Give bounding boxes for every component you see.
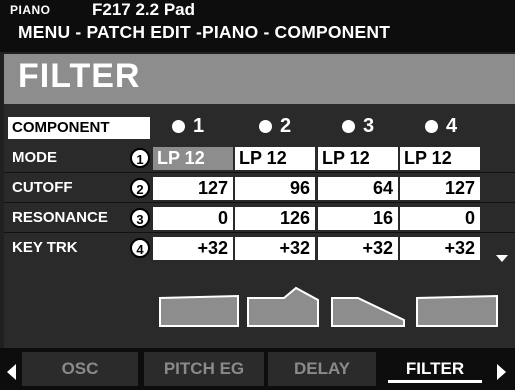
mode-cell-3[interactable]: LP 12 [318, 147, 398, 170]
tab-pitch-eg[interactable]: PITCH EG [144, 352, 264, 386]
tab-label: PITCH EG [163, 359, 245, 378]
filter-graph-4 [416, 294, 498, 327]
active-tab-indicator [388, 380, 482, 383]
cutoff-label: CUTOFF [12, 179, 73, 196]
cutoff-cell-1[interactable]: 127 [153, 177, 233, 200]
component-number: 1 [193, 115, 205, 137]
number-badge-icon: 1 [130, 148, 150, 168]
filter-edit-screen: PIANO F217 2.2 Pad MENU - PATCH EDIT -PI… [0, 0, 515, 390]
triangle-left-icon[interactable] [7, 364, 16, 380]
page-title: FILTER [18, 57, 141, 95]
component-number: 4 [446, 115, 458, 137]
tab-label: DELAY [293, 359, 351, 378]
mode-label: MODE [12, 149, 57, 166]
component-2-header[interactable]: 2 [259, 115, 291, 138]
circle-icon [425, 120, 438, 133]
resonance-cell-1[interactable]: 0 [153, 207, 233, 230]
triangle-right-icon[interactable] [497, 364, 506, 380]
component-header-row: COMPONENT 1 2 3 4 [0, 113, 511, 141]
tab-delay[interactable]: DELAY [268, 352, 376, 386]
component-1-header[interactable]: 1 [172, 115, 204, 138]
resonance-row: RESONANCE 3 0 126 16 0 [0, 204, 511, 232]
filter-response-graphs [4, 276, 515, 348]
tab-label: FILTER [405, 359, 465, 378]
circle-icon [342, 120, 355, 133]
mode-cell-1[interactable]: LP 12 [153, 147, 233, 170]
component-label: COMPONENT [8, 117, 150, 139]
filter-graph-1 [159, 294, 239, 327]
component-3-header[interactable]: 3 [342, 115, 374, 138]
resonance-cell-4[interactable]: 0 [400, 207, 480, 230]
mode-indicator: PIANO [10, 3, 51, 17]
status-bar: PIANO F217 2.2 Pad [0, 0, 515, 22]
component-4-header[interactable]: 4 [425, 115, 457, 138]
key-track-row: KEY TRK 4 +32 +32 +32 +32 [0, 234, 511, 262]
number-badge-icon: 4 [130, 238, 150, 258]
key-track-label: KEY TRK [12, 239, 78, 256]
cutoff-cell-4[interactable]: 127 [400, 177, 480, 200]
triangle-down-icon [496, 255, 508, 262]
tab-osc[interactable]: OSC [22, 352, 138, 386]
component-number: 3 [363, 115, 375, 137]
key-track-cell-3[interactable]: +32 [318, 237, 398, 260]
breadcrumb-text: MENU - PATCH EDIT -PIANO - COMPONENT [18, 22, 391, 42]
cutoff-cell-3[interactable]: 64 [318, 177, 398, 200]
divider [4, 232, 515, 233]
circle-icon [259, 120, 272, 133]
mode-cell-2[interactable]: LP 12 [235, 147, 315, 170]
key-track-cell-2[interactable]: +32 [235, 237, 315, 260]
patch-name: F217 2.2 Pad [92, 0, 196, 19]
tab-filter[interactable]: FILTER [380, 352, 490, 386]
cutoff-cell-2[interactable]: 96 [235, 177, 315, 200]
resonance-label: RESONANCE [12, 209, 108, 226]
component-number: 2 [280, 115, 292, 137]
number-badge-icon: 3 [130, 208, 150, 228]
tab-bar: OSC PITCH EG DELAY FILTER [0, 348, 515, 390]
number-badge-icon: 2 [130, 178, 150, 198]
divider [4, 202, 515, 203]
resonance-cell-3[interactable]: 16 [318, 207, 398, 230]
page-title-bar: FILTER [4, 54, 515, 104]
key-track-cell-4[interactable]: +32 [400, 237, 480, 260]
divider [4, 172, 515, 173]
breadcrumb: MENU - PATCH EDIT -PIANO - COMPONENT [0, 22, 515, 52]
key-track-cell-1[interactable]: +32 [153, 237, 233, 260]
cutoff-row: CUTOFF 2 127 96 64 127 [0, 174, 511, 202]
circle-icon [172, 120, 185, 133]
resonance-cell-2[interactable]: 126 [235, 207, 315, 230]
tab-label: OSC [61, 359, 99, 378]
mode-row: MODE 1 LP 12 LP 12 LP 12 LP 12 [0, 144, 511, 172]
mode-cell-4[interactable]: LP 12 [400, 147, 480, 170]
